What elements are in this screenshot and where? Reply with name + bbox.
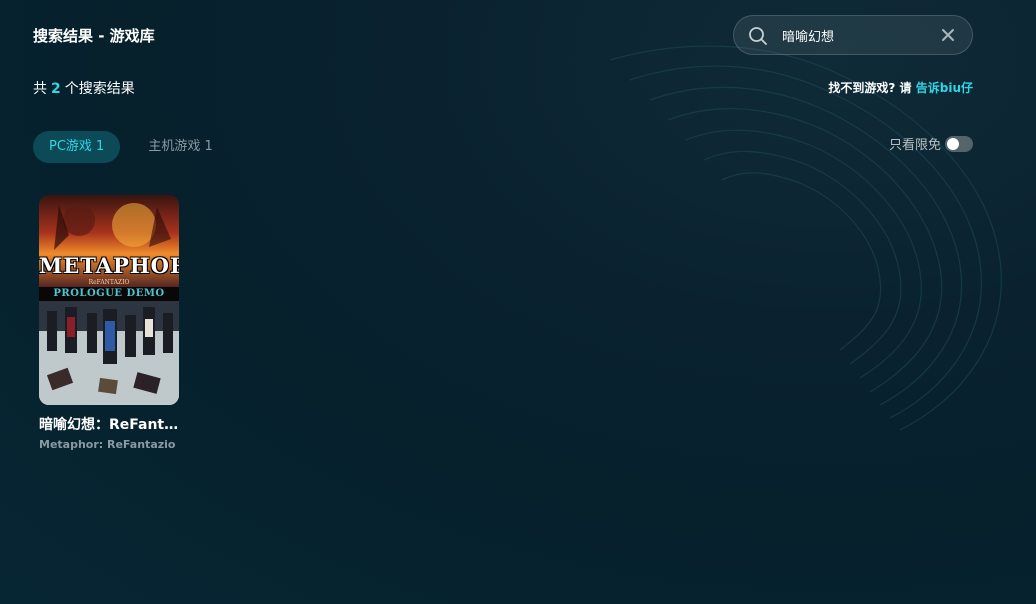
page-title: 搜索结果 - 游戏库 [33,27,155,45]
result-count: 共 2 个搜索结果 [33,78,135,98]
cover-logo: METAPHOR [39,253,179,278]
cover-logo-sub: ReFANTAZIO [88,279,130,286]
result-count-prefix: 共 [33,81,47,97]
cover-art-characters [39,301,179,405]
tab-console-games[interactable]: 主机游戏 1 [132,131,228,163]
game-card[interactable]: METAPHOR ReFANTAZIO PROLOGUE DEMO 暗喻幻想：R… [39,195,179,451]
game-title: 暗喻幻想：ReFantazio [39,417,179,433]
search-input[interactable] [782,25,932,45]
free-only-toggle[interactable] [945,135,973,152]
free-only-filter: 只看限免 [889,134,973,153]
help-text-label: 找不到游戏? 请 [828,81,916,95]
toggle-knob [947,137,959,150]
feedback-link[interactable]: 告诉biu仔 [916,81,973,95]
search-icon [749,27,767,45]
cover-band-text: PROLOGUE DEMO [39,287,179,301]
close-icon[interactable] [941,28,955,42]
result-count-number: 2 [51,81,61,97]
free-only-label: 只看限免 [888,138,941,153]
help-text: 找不到游戏? 请 告诉biu仔 [828,79,973,96]
game-cover[interactable]: METAPHOR ReFANTAZIO PROLOGUE DEMO [39,195,179,405]
search-box[interactable] [733,15,973,55]
game-subtitle: Metaphor: ReFantazio [39,438,176,451]
platform-tabs: PC游戏 1 主机游戏 1 [33,131,241,163]
result-count-suffix: 个搜索结果 [64,81,135,97]
tab-pc-games[interactable]: PC游戏 1 [33,131,121,163]
